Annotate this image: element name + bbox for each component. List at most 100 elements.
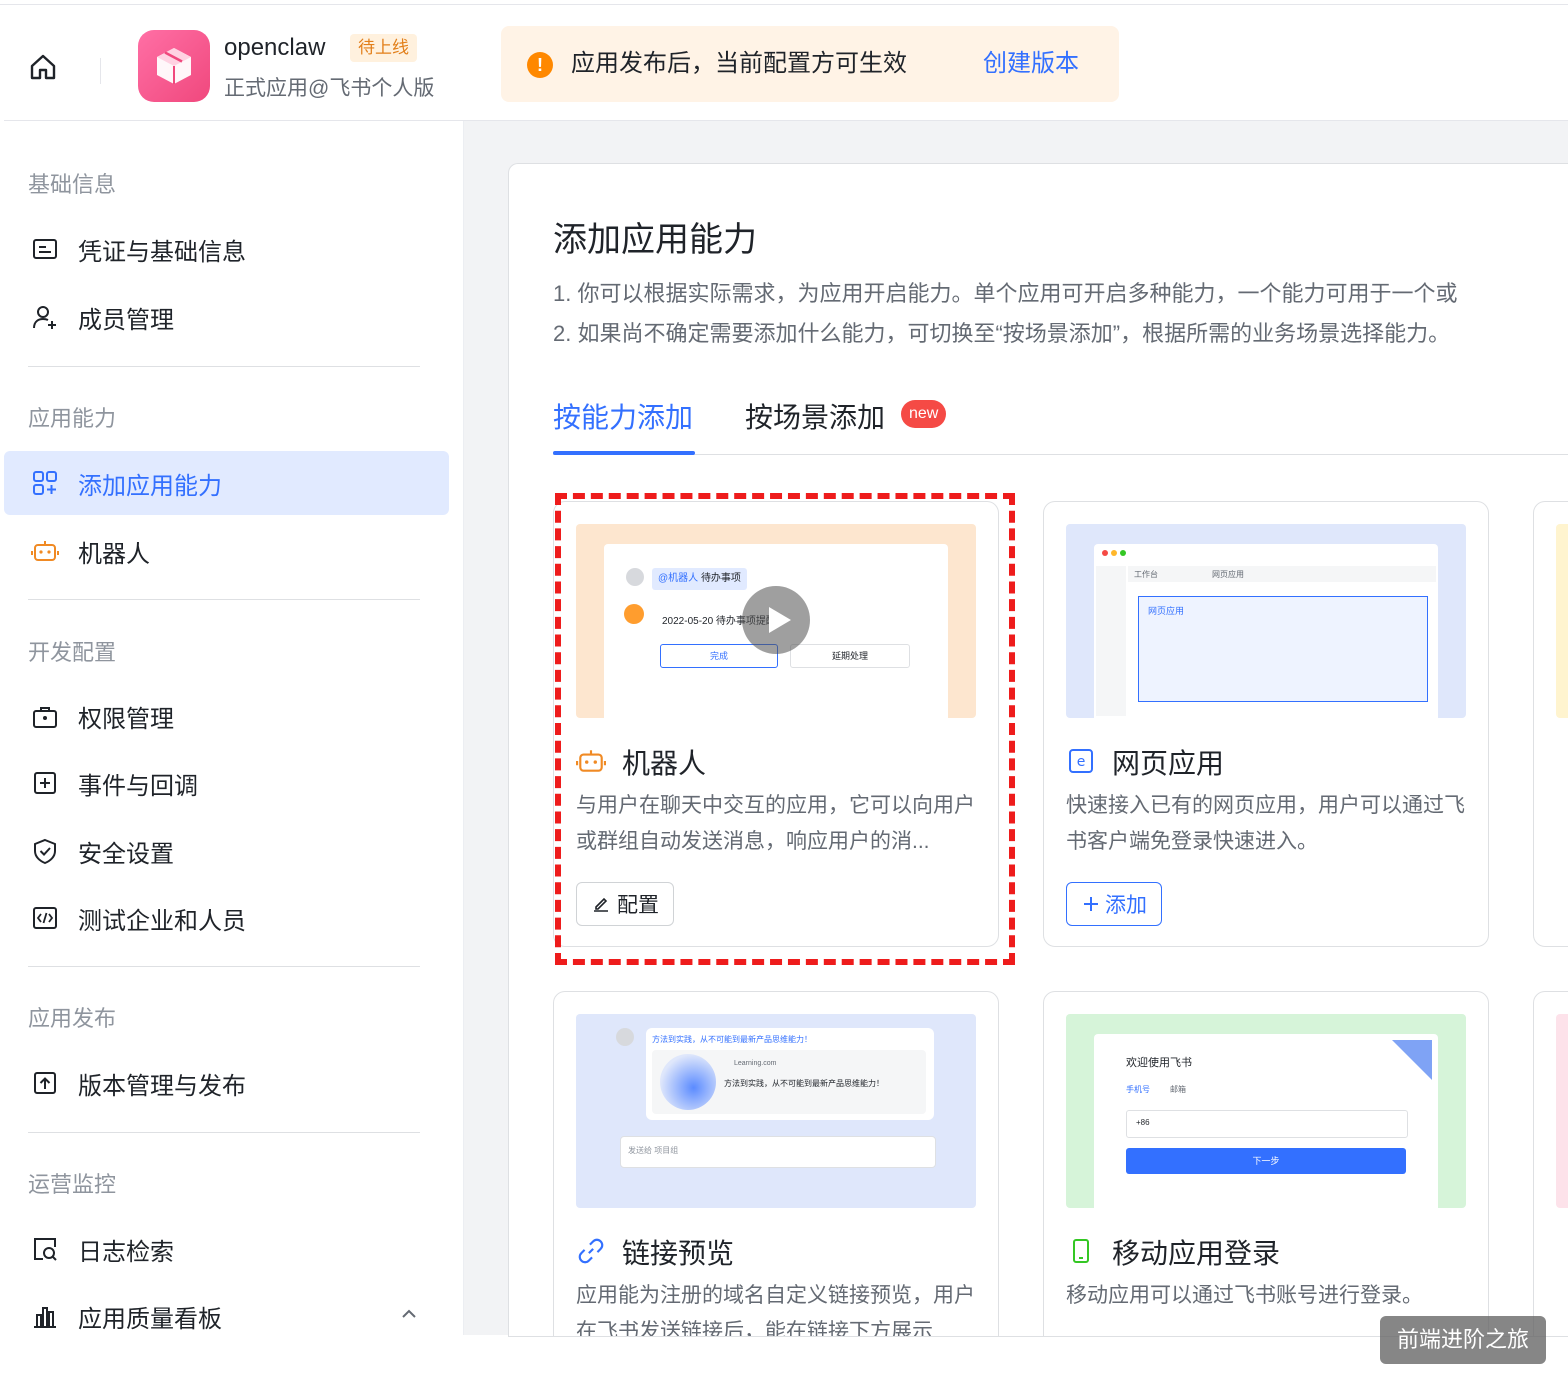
- section-title-dev: 开发配置: [28, 640, 117, 665]
- plus-icon: [1081, 894, 1101, 914]
- app-subtitle: 正式应用@飞书个人版: [224, 77, 435, 100]
- tab-by-scenario[interactable]: 按场景添加: [745, 396, 885, 436]
- svg-text:e: e: [1077, 754, 1086, 770]
- section-title-monitoring: 运营监控: [28, 1172, 117, 1197]
- notice-text: 应用发布后，当前配置方可生效: [571, 50, 907, 77]
- sidebar-divider: [28, 599, 420, 600]
- edit-icon: [591, 894, 611, 914]
- configure-button-label: 配置: [617, 894, 659, 917]
- card-title: 链接预览: [622, 1238, 735, 1269]
- create-version-link[interactable]: 创建版本: [983, 48, 1079, 80]
- mobile-login-preview-image: 欢迎使用飞书 手机号 邮箱 +86 下一步: [1066, 1014, 1466, 1208]
- capability-card-link-preview[interactable]: 方法到实践，从不可能到最新产品思维能力！ Learning.com 方法到实践，…: [553, 991, 999, 1337]
- web-app-icon: e: [1066, 746, 1096, 776]
- tabs-baseline: [553, 454, 1568, 455]
- warning-icon: !: [527, 52, 553, 78]
- shield-icon: [30, 836, 60, 866]
- tab-by-capability[interactable]: 按能力添加: [553, 396, 693, 436]
- new-badge: new: [901, 400, 947, 428]
- section-title-basic: 基础信息: [28, 172, 117, 197]
- sidebar-item-label: 版本管理与发布: [78, 1072, 246, 1100]
- apps-add-icon: [30, 468, 60, 498]
- capability-card-partial-1[interactable]: [1533, 501, 1568, 947]
- preview-image: [1556, 524, 1568, 718]
- sidebar-item-quality-dashboard[interactable]: 应用质量看板: [4, 1284, 449, 1348]
- mention-tag: @机器人 待办事项: [652, 568, 747, 590]
- robot-icon: [30, 536, 60, 566]
- id-card-icon: [30, 234, 60, 264]
- sidebar-item-logs[interactable]: 日志检索: [4, 1217, 449, 1281]
- user-add-icon: [30, 302, 60, 332]
- sidebar-item-label: 机器人: [78, 540, 150, 568]
- sidebar-item-add-capability[interactable]: 添加应用能力: [4, 451, 449, 515]
- code-icon: [30, 903, 60, 933]
- card-description: 移动应用可以通过飞书账号进行登录。: [1066, 1284, 1423, 1307]
- sidebar-item-label: 权限管理: [78, 705, 174, 733]
- section-title-release: 应用发布: [28, 1006, 117, 1031]
- lock-bag-icon: [30, 701, 60, 731]
- link-preview-image: 方法到实践，从不可能到最新产品思维能力！ Learning.com 方法到实践，…: [576, 1014, 976, 1208]
- description-line-2: 2. 如果尚不确定需要添加什么能力，可切换至“按场景添加”，根据所需的业务场景选…: [553, 321, 1451, 346]
- sidebar-divider: [28, 966, 420, 967]
- sidebar-item-versions[interactable]: 版本管理与发布: [4, 1051, 449, 1115]
- active-tab-indicator: [553, 451, 695, 455]
- page-title: 添加应用能力: [553, 221, 757, 259]
- bot-preview-image: @机器人 待办事项 2022-05-20 待办事项提醒 完成 延期处理: [576, 524, 976, 718]
- top-header: openclaw 待上线 正式应用@飞书个人版 ! 应用发布后，当前配置方可生效…: [4, 6, 1568, 121]
- robot-icon: [576, 746, 606, 776]
- card-description: 快速接入已有的网页应用，用户可以通过飞书客户端免登录快速进入。: [1066, 794, 1465, 853]
- event-icon: [30, 768, 60, 798]
- sidebar-item-label: 事件与回调: [78, 772, 198, 800]
- sidebar: 基础信息 凭证与基础信息 成员管理 应用能力 添加应用能力 机器人 开发配置 权…: [4, 121, 464, 1335]
- sidebar-divider: [28, 366, 420, 367]
- sidebar-divider: [28, 1132, 420, 1133]
- reminder-icon: [624, 604, 644, 624]
- capability-panel: 添加应用能力 1. 你可以根据实际需求，为应用开启能力。单个应用可开启多种能力，…: [508, 163, 1568, 1337]
- sidebar-item-events[interactable]: 事件与回调: [4, 751, 449, 815]
- capability-card-mobile-login[interactable]: 欢迎使用飞书 手机号 邮箱 +86 下一步 移动应用登录 移动应用可以通过飞书账…: [1043, 991, 1489, 1336]
- capability-card-web-app[interactable]: 工作台 网页应用 网页应用 e 网页应用 快速接入已有的网页应用，用户可以通过飞…: [1043, 501, 1489, 947]
- sidebar-item-test-tenants[interactable]: 测试企业和人员: [4, 886, 449, 950]
- qr-code-icon: [1392, 1040, 1432, 1080]
- app-status-badge: 待上线: [350, 34, 417, 62]
- card-description: 与用户在聊天中交互的应用，它可以向用户或群组自动发送消息，响应用户的消...: [576, 794, 975, 853]
- app-name: openclaw: [224, 34, 326, 61]
- add-button[interactable]: 添加: [1066, 882, 1162, 926]
- play-icon[interactable]: [742, 586, 810, 654]
- description-line-1: 1. 你可以根据实际需求，为应用开启能力。单个应用可开启多种能力，一个能力可用于…: [553, 281, 1458, 306]
- sidebar-item-bot[interactable]: 机器人: [4, 519, 449, 583]
- log-search-icon: [30, 1234, 60, 1264]
- section-title-capabilities: 应用能力: [28, 406, 117, 431]
- capability-card-partial-2[interactable]: [1533, 991, 1568, 1336]
- card-title: 移动应用登录: [1112, 1238, 1281, 1269]
- sidebar-item-label: 应用质量看板: [78, 1305, 222, 1333]
- header-divider: [100, 58, 101, 84]
- capability-card-bot[interactable]: @机器人 待办事项 2022-05-20 待办事项提醒 完成 延期处理 机器人 …: [553, 501, 999, 947]
- sidebar-item-label: 日志检索: [78, 1238, 174, 1266]
- card-description: 应用能为注册的域名自定义链接预览，用户在飞书发送链接后，能在链接下方展示: [576, 1284, 975, 1337]
- card-title: 机器人: [622, 748, 707, 779]
- preview-image: [1556, 1014, 1568, 1208]
- web-app-preview-image: 工作台 网页应用 网页应用: [1066, 524, 1466, 718]
- bar-chart-icon: [30, 1301, 60, 1331]
- avatar: [626, 568, 644, 586]
- chevron-up-icon[interactable]: [398, 1303, 420, 1325]
- sidebar-item-label: 成员管理: [78, 306, 174, 334]
- sidebar-item-label: 测试企业和人员: [78, 907, 246, 935]
- configure-button[interactable]: 配置: [576, 882, 674, 926]
- sidebar-item-credentials[interactable]: 凭证与基础信息: [4, 217, 449, 281]
- upload-icon: [30, 1068, 60, 1098]
- sidebar-item-members[interactable]: 成员管理: [4, 285, 449, 349]
- mobile-phone-icon: [1066, 1236, 1096, 1266]
- sidebar-item-permissions[interactable]: 权限管理: [4, 684, 449, 748]
- add-button-label: 添加: [1105, 894, 1147, 917]
- sidebar-item-label: 安全设置: [78, 840, 174, 868]
- watermark: 前端进阶之旅: [1380, 1316, 1546, 1364]
- link-icon: [576, 1236, 606, 1266]
- home-icon[interactable]: [26, 50, 60, 84]
- avatar: [616, 1028, 634, 1046]
- card-title: 网页应用: [1112, 748, 1225, 779]
- app-logo: [138, 30, 210, 102]
- sidebar-item-security[interactable]: 安全设置: [4, 819, 449, 883]
- publish-notice-banner: ! 应用发布后，当前配置方可生效 创建版本: [501, 26, 1119, 102]
